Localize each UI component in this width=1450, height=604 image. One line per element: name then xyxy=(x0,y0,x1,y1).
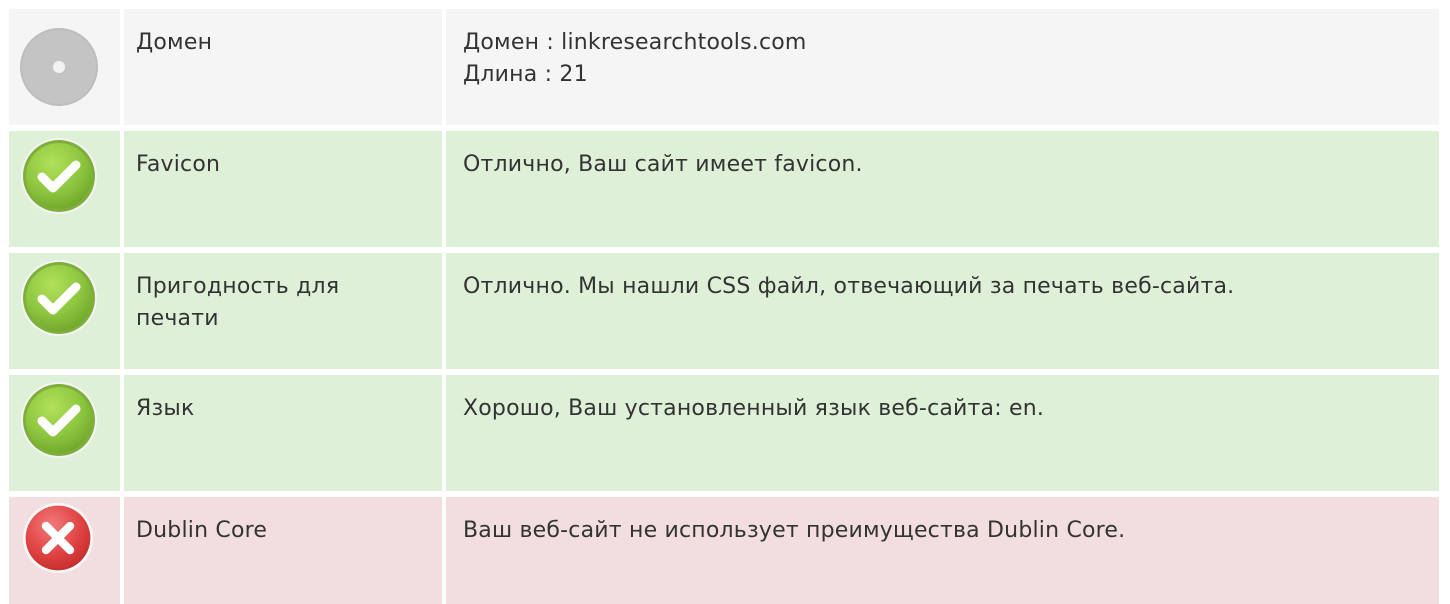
status-cell xyxy=(9,131,120,247)
check-icon xyxy=(19,258,99,338)
check-label: Favicon xyxy=(136,152,221,177)
check-label-cell: Dublin Core xyxy=(124,497,442,604)
info-disc-icon xyxy=(19,27,99,107)
status-cell xyxy=(9,9,120,125)
check-label: Dublin Core xyxy=(136,518,268,543)
check-result-cell: Домен : linkresearchtools.com Длина : 21 xyxy=(446,9,1439,125)
seo-checks-table: Домен Домен : linkresearchtools.com Длин… xyxy=(0,0,1450,604)
check-row-domain: Домен Домен : linkresearchtools.com Длин… xyxy=(0,9,1450,125)
check-icon xyxy=(19,380,99,460)
status-cell xyxy=(9,253,120,369)
check-result-line: Ваш веб-сайт не использует преимущества … xyxy=(463,518,1126,543)
check-result-line: Домен : linkresearchtools.com xyxy=(463,30,807,55)
check-result-line: Отлично. Мы нашли CSS файл, отвечающий з… xyxy=(463,274,1235,299)
check-label-cell: Favicon xyxy=(124,131,442,247)
status-cell xyxy=(9,375,120,491)
check-result-cell: Отлично. Мы нашли CSS файл, отвечающий з… xyxy=(446,253,1439,369)
check-row-language: Язык Хорошо, Ваш установленный язык веб-… xyxy=(0,375,1450,491)
check-result-line: Отлично, Ваш сайт имеет favicon. xyxy=(463,152,863,177)
check-label: Домен xyxy=(136,30,213,55)
check-label-cell: Пригодность для печати xyxy=(124,253,442,369)
status-cell xyxy=(9,497,120,604)
cross-icon xyxy=(21,501,95,575)
check-result-line: Хорошо, Ваш установленный язык веб-сайта… xyxy=(463,396,1045,421)
check-row-dublin-core: Dublin Core Ваш веб-сайт не использует п… xyxy=(0,497,1450,604)
check-label-cell: Язык xyxy=(124,375,442,491)
check-result-cell: Ваш веб-сайт не использует преимущества … xyxy=(446,497,1439,604)
check-label: Язык xyxy=(136,396,195,421)
check-row-favicon: Favicon Отлично, Ваш сайт имеет favicon. xyxy=(0,131,1450,247)
check-label-cell: Домен xyxy=(124,9,442,125)
check-result-line: Длина : 21 xyxy=(463,62,588,87)
check-label: Пригодность для печати xyxy=(136,274,340,331)
check-result-cell: Отлично, Ваш сайт имеет favicon. xyxy=(446,131,1439,247)
check-row-print: Пригодность для печати Отлично. Мы нашли… xyxy=(0,253,1450,369)
check-result-cell: Хорошо, Ваш установленный язык веб-сайта… xyxy=(446,375,1439,491)
check-icon xyxy=(19,136,99,216)
